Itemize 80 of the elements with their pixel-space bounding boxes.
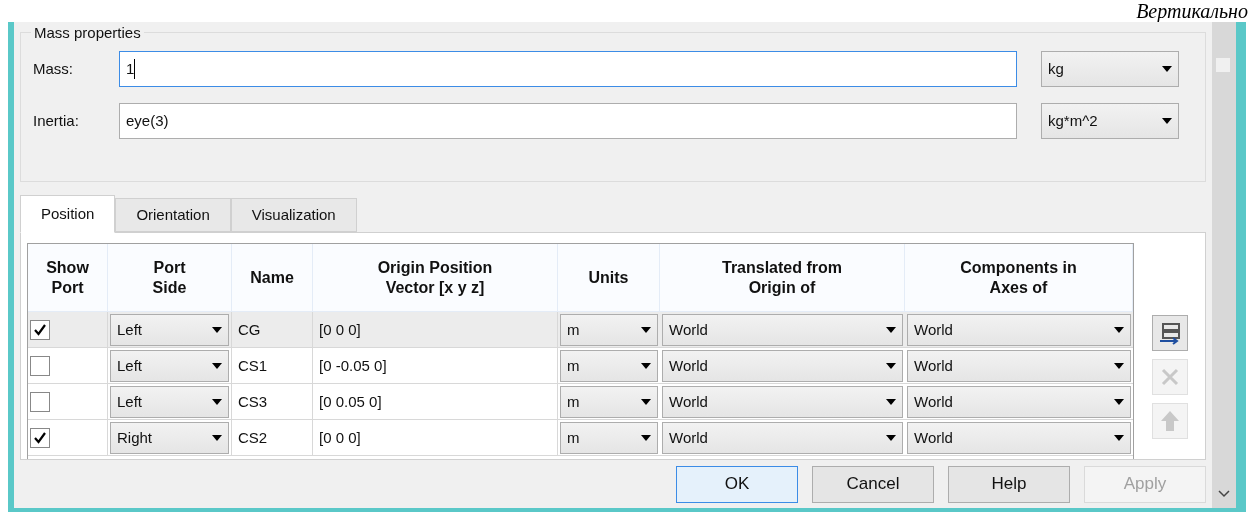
arrow-up-icon — [1160, 410, 1180, 432]
input-field[interactable]: eye(3) — [119, 103, 1017, 139]
dropdown[interactable]: Right — [110, 422, 229, 454]
caret-icon — [1162, 66, 1172, 72]
caret-icon — [886, 327, 896, 333]
dropdown[interactable]: World — [662, 422, 903, 454]
dropdown[interactable]: World — [662, 314, 903, 346]
checkbox[interactable] — [30, 428, 50, 448]
column-header: Show Port — [46, 257, 89, 298]
add-row-button[interactable] — [1152, 315, 1188, 351]
dialog-button[interactable]: OK — [676, 465, 798, 503]
dropdown[interactable]: Left — [110, 314, 229, 346]
chevron-down-icon — [1218, 490, 1230, 498]
scrollbar[interactable] — [1212, 22, 1236, 508]
dropdown[interactable]: World — [907, 350, 1131, 382]
dialog-button[interactable]: Cancel — [812, 465, 934, 503]
dropdown[interactable]: World — [662, 350, 903, 382]
column-header: Translated from Origin of — [722, 257, 842, 298]
text-cursor — [134, 59, 136, 79]
caret-icon — [886, 363, 896, 369]
dialog-button[interactable]: Help — [948, 465, 1070, 503]
checkbox[interactable] — [30, 392, 50, 412]
table-cell-text: CS1 — [238, 355, 268, 376]
caret-icon — [641, 399, 651, 405]
tab[interactable]: Position — [20, 195, 116, 233]
tab[interactable]: Visualization — [230, 198, 357, 232]
checkbox[interactable] — [30, 356, 50, 376]
caret-icon — [1114, 399, 1124, 405]
field-label: Inertia: — [33, 110, 80, 131]
dropdown[interactable]: World — [662, 386, 903, 418]
caret-icon — [886, 399, 896, 405]
table-row[interactable]: Left CG [0 0 0] m World World — [28, 312, 1133, 348]
column-header: Name — [250, 267, 294, 288]
checkmark-icon — [33, 431, 47, 445]
dropdown[interactable]: World — [907, 422, 1131, 454]
caret-icon — [212, 327, 222, 333]
column-header: Origin Position Vector [x y z] — [377, 257, 493, 298]
table-cell-text: [0 -0.05 0] — [319, 355, 387, 376]
table-cell-text: [0 0 0] — [319, 319, 361, 340]
dropdown[interactable]: World — [907, 314, 1131, 346]
input-field[interactable]: 1 — [119, 51, 1017, 87]
dropdown[interactable]: m — [560, 314, 658, 346]
caret-icon — [1114, 435, 1124, 441]
dropdown[interactable]: kg*m^2 — [1041, 103, 1179, 139]
table-cell-text: CG — [238, 319, 261, 340]
caret-icon — [212, 399, 222, 405]
caret-icon — [1114, 363, 1124, 369]
column-header: Port Side — [152, 257, 187, 298]
caret-icon — [641, 327, 651, 333]
tab[interactable]: Orientation — [115, 198, 231, 232]
field-label: Mass: — [33, 58, 74, 79]
dropdown[interactable]: World — [907, 386, 1131, 418]
dropdown[interactable]: Left — [110, 350, 229, 382]
scrollbar-thumb[interactable] — [1216, 58, 1230, 72]
page-heading: Вертикально — [1136, 0, 1248, 22]
checkmark-icon — [33, 323, 47, 337]
caret-icon — [641, 363, 651, 369]
dropdown[interactable]: m — [560, 386, 658, 418]
table-row[interactable]: Left CS3 [0 0.05 0] m World World — [28, 384, 1133, 420]
caret-icon — [641, 435, 651, 441]
table-cell-text: [0 0.05 0] — [319, 391, 382, 412]
dropdown[interactable]: m — [560, 422, 658, 454]
column-header: Units — [588, 267, 629, 288]
table-row[interactable]: Right CS2 [0 0 0] m World World — [28, 420, 1133, 456]
dropdown[interactable]: Left — [110, 386, 229, 418]
dropdown[interactable]: m — [560, 350, 658, 382]
column-header: Components in Axes of — [960, 257, 1077, 298]
caret-icon — [1162, 118, 1172, 124]
close-icon — [1160, 367, 1180, 387]
add-row-icon — [1158, 321, 1182, 345]
caret-icon — [1114, 327, 1124, 333]
caret-icon — [212, 363, 222, 369]
table-cell-text: CS2 — [238, 427, 268, 448]
caret-icon — [886, 435, 896, 441]
checkbox[interactable] — [30, 320, 50, 340]
dropdown[interactable]: kg — [1041, 51, 1179, 87]
table-cell-text: [0 0 0] — [319, 427, 361, 448]
table-cell-text: CS3 — [238, 391, 268, 412]
table-row[interactable]: Left CS1 [0 -0.05 0] m World World — [28, 348, 1133, 384]
caret-icon — [212, 435, 222, 441]
